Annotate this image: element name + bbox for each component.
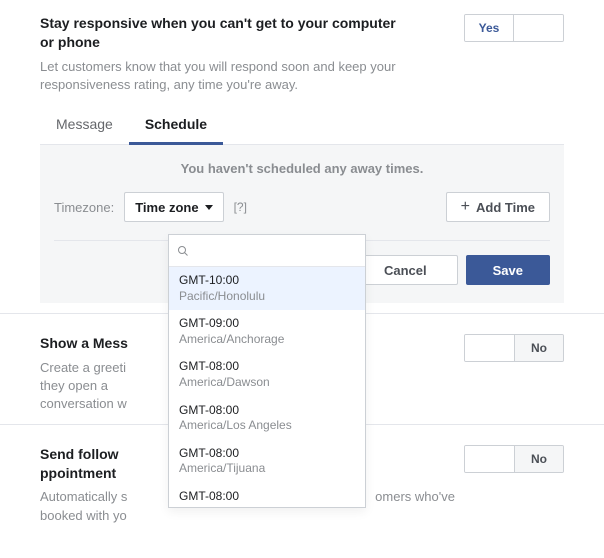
dropdown-item[interactable]: GMT-08:00 America/Dawson [169,353,365,396]
toggle-no-2[interactable]: No [514,446,563,472]
toggle-yes[interactable]: Yes [465,15,514,41]
cancel-button[interactable]: Cancel [353,255,458,285]
dropdown-item[interactable]: GMT-08:00 America/Tijuana [169,440,365,483]
save-button[interactable]: Save [466,255,550,285]
dropdown-list: GMT-10:00 Pacific/Honolulu GMT-09:00 Ame… [169,267,365,507]
tab-schedule[interactable]: Schedule [129,106,223,145]
caret-down-icon [205,205,213,210]
dropdown-search-input[interactable] [195,244,357,258]
plus-icon: + [461,199,470,215]
add-time-button[interactable]: + Add Time [446,192,550,222]
timezone-label: Timezone: [54,200,114,215]
timezone-value: Time zone [135,200,198,215]
add-time-label: Add Time [476,200,535,215]
tab-message[interactable]: Message [40,106,129,144]
search-icon [177,245,189,257]
responsive-subtitle: Let customers know that you will respond… [40,58,410,94]
timezone-select[interactable]: Time zone [124,192,223,222]
timezone-help[interactable]: [?] [234,200,247,214]
dropdown-search[interactable] [169,235,365,267]
dropdown-item[interactable]: GMT-08:00 America/Vancouver [169,483,365,507]
responsive-title: Stay responsive when you can't get to yo… [40,14,410,52]
greeting-toggle[interactable]: No [464,334,564,362]
dropdown-item[interactable]: GMT-08:00 America/Los Angeles [169,397,365,440]
tabs: Message Schedule [40,106,564,145]
toggle-yes-empty-2[interactable] [465,446,514,472]
toggle-yes-empty[interactable] [465,335,514,361]
schedule-empty: You haven't scheduled any away times. [54,161,550,176]
timezone-dropdown: GMT-10:00 Pacific/Honolulu GMT-09:00 Ame… [168,234,366,508]
dropdown-item[interactable]: GMT-10:00 Pacific/Honolulu [169,267,365,310]
toggle-no-empty[interactable] [514,15,563,41]
followup-toggle[interactable]: No [464,445,564,473]
toggle-no[interactable]: No [514,335,563,361]
responsive-toggle[interactable]: Yes [464,14,564,42]
dropdown-item[interactable]: GMT-09:00 America/Anchorage [169,310,365,353]
